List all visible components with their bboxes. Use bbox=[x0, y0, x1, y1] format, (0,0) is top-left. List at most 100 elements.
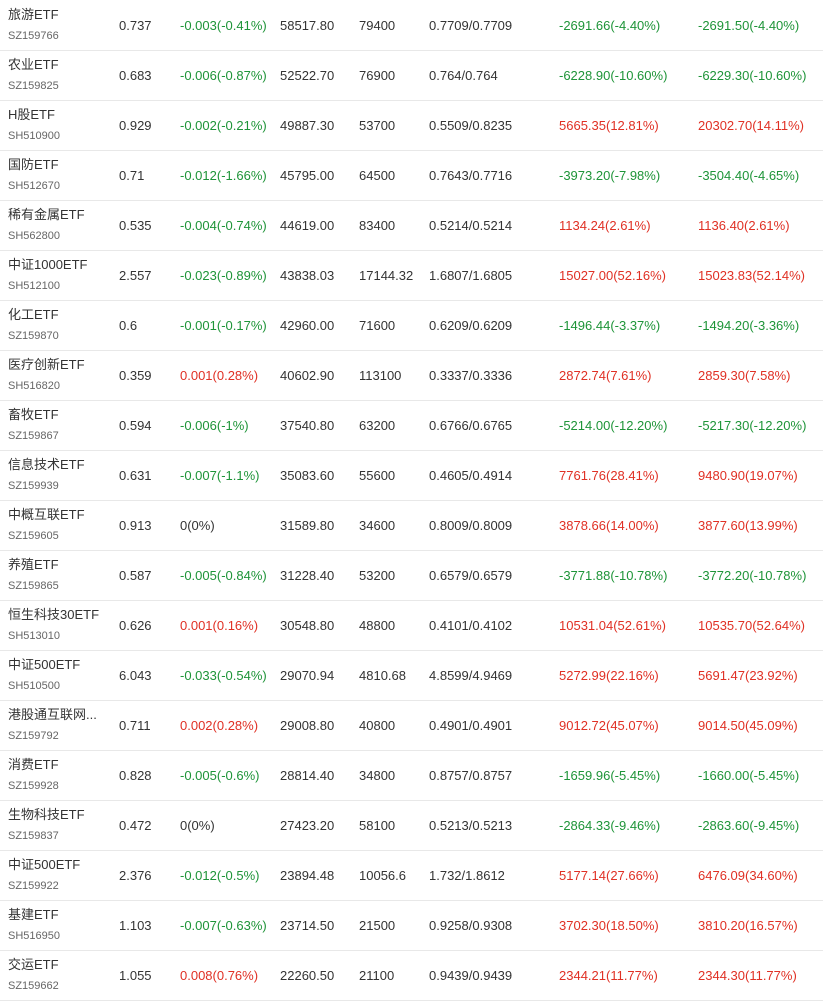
current-price: 0.828 bbox=[119, 768, 152, 783]
fund-name[interactable]: 消费ETF bbox=[8, 756, 59, 774]
fund-name[interactable]: 医疗创新ETF bbox=[8, 356, 85, 374]
position-profit-loss: 7761.76(28.41%) bbox=[559, 468, 659, 483]
fund-name[interactable]: 恒生科技30ETF bbox=[8, 606, 99, 624]
price-change: 0.001(0.16%) bbox=[180, 618, 259, 633]
market-value: 40602.90 bbox=[280, 368, 335, 383]
fund-cell[interactable]: 生物科技ETF SZ159837 bbox=[8, 801, 112, 850]
fund-name[interactable]: 养殖ETF bbox=[8, 556, 59, 574]
table-row[interactable]: 国防ETF SH512670 0.71 -0.012(-1.66%) 45795… bbox=[0, 151, 823, 201]
table-row[interactable]: 中概互联ETF SZ159605 0.913 0(0%) 31589.80 34… bbox=[0, 501, 823, 551]
current-price: 2.376 bbox=[119, 868, 152, 883]
table-row[interactable]: 恒生科技30ETF SH513010 0.626 0.001(0.16%) 30… bbox=[0, 601, 823, 651]
market-value: 28814.40 bbox=[280, 768, 335, 783]
total-profit-loss: 6476.09(34.60%) bbox=[698, 868, 798, 883]
table-row[interactable]: 畜牧ETF SZ159867 0.594 -0.006(-1%) 37540.8… bbox=[0, 401, 823, 451]
fund-code: SZ159928 bbox=[8, 780, 59, 792]
cost-price: 0.6766/0.6765 bbox=[429, 418, 513, 433]
cost-price: 0.5213/0.5213 bbox=[429, 818, 513, 833]
current-price: 0.913 bbox=[119, 518, 152, 533]
fund-cell[interactable]: 国防ETF SH512670 bbox=[8, 151, 112, 200]
fund-cell[interactable]: H股ETF SH510900 bbox=[8, 101, 112, 150]
position-profit-loss: 10531.04(52.61%) bbox=[559, 618, 666, 633]
table-row[interactable]: 稀有金属ETF SH562800 0.535 -0.004(-0.74%) 44… bbox=[0, 201, 823, 251]
fund-cell[interactable]: 稀有金属ETF SH562800 bbox=[8, 201, 112, 250]
price-change: -0.001(-0.17%) bbox=[180, 318, 267, 333]
price-change: -0.006(-0.87%) bbox=[180, 68, 267, 83]
cost-price: 0.3337/0.3336 bbox=[429, 368, 513, 383]
fund-code: SZ159792 bbox=[8, 730, 59, 742]
total-profit-loss: 3810.20(16.57%) bbox=[698, 918, 798, 933]
fund-name[interactable]: 港股通互联网... bbox=[8, 706, 97, 724]
fund-code: SH510900 bbox=[8, 130, 60, 142]
table-row[interactable]: 生物科技ETF SZ159837 0.472 0(0%) 27423.20 58… bbox=[0, 801, 823, 851]
fund-name[interactable]: 中证500ETF bbox=[8, 856, 80, 874]
fund-code: SZ159825 bbox=[8, 80, 59, 92]
cost-price: 0.4605/0.4914 bbox=[429, 468, 513, 483]
table-row[interactable]: 化工ETF SZ159870 0.6 -0.001(-0.17%) 42960.… bbox=[0, 301, 823, 351]
fund-cell[interactable]: 消费ETF SZ159928 bbox=[8, 751, 112, 800]
fund-cell[interactable]: 中证500ETF SH510500 bbox=[8, 651, 112, 700]
fund-name[interactable]: 中概互联ETF bbox=[8, 506, 85, 524]
shares-held: 83400 bbox=[359, 218, 396, 233]
current-price: 0.594 bbox=[119, 418, 152, 433]
fund-cell[interactable]: 化工ETF SZ159870 bbox=[8, 301, 112, 350]
fund-name[interactable]: 农业ETF bbox=[8, 56, 59, 74]
table-row[interactable]: 基建ETF SH516950 1.103 -0.007(-0.63%) 2371… bbox=[0, 901, 823, 951]
fund-name[interactable]: 交运ETF bbox=[8, 956, 59, 974]
table-row[interactable]: 养殖ETF SZ159865 0.587 -0.005(-0.84%) 3122… bbox=[0, 551, 823, 601]
fund-cell[interactable]: 养殖ETF SZ159865 bbox=[8, 551, 112, 600]
fund-name[interactable]: 国防ETF bbox=[8, 156, 59, 174]
total-profit-loss: 10535.70(52.64%) bbox=[698, 618, 805, 633]
table-row[interactable]: 中证500ETF SH510500 6.043 -0.033(-0.54%) 2… bbox=[0, 651, 823, 701]
fund-cell[interactable]: 中概互联ETF SZ159605 bbox=[8, 501, 112, 550]
table-row[interactable]: H股ETF SH510900 0.929 -0.002(-0.21%) 4988… bbox=[0, 101, 823, 151]
table-row[interactable]: 中证1000ETF SH512100 2.557 -0.023(-0.89%) … bbox=[0, 251, 823, 301]
position-profit-loss: 5272.99(22.16%) bbox=[559, 668, 659, 683]
price-change: -0.033(-0.54%) bbox=[180, 668, 267, 683]
table-row[interactable]: 信息技术ETF SZ159939 0.631 -0.007(-1.1%) 350… bbox=[0, 451, 823, 501]
current-price: 1.103 bbox=[119, 918, 152, 933]
fund-cell[interactable]: 基建ETF SH516950 bbox=[8, 901, 112, 950]
market-value: 49887.30 bbox=[280, 118, 335, 133]
cost-price: 1.6807/1.6805 bbox=[429, 268, 513, 283]
fund-name[interactable]: 中证1000ETF bbox=[8, 256, 87, 274]
fund-name[interactable]: 化工ETF bbox=[8, 306, 59, 324]
market-value: 35083.60 bbox=[280, 468, 335, 483]
total-profit-loss: -3772.20(-10.78%) bbox=[698, 568, 807, 583]
fund-code: SZ159605 bbox=[8, 530, 59, 542]
table-row[interactable]: 消费ETF SZ159928 0.828 -0.005(-0.6%) 28814… bbox=[0, 751, 823, 801]
price-change: 0.008(0.76%) bbox=[180, 968, 259, 983]
fund-cell[interactable]: 港股通互联网... SZ159792 bbox=[8, 701, 112, 750]
fund-name[interactable]: H股ETF bbox=[8, 106, 55, 124]
fund-name[interactable]: 旅游ETF bbox=[8, 6, 59, 24]
shares-held: 34600 bbox=[359, 518, 396, 533]
table-row[interactable]: 港股通互联网... SZ159792 0.711 0.002(0.28%) 29… bbox=[0, 701, 823, 751]
fund-cell[interactable]: 畜牧ETF SZ159867 bbox=[8, 401, 112, 450]
fund-cell[interactable]: 恒生科技30ETF SH513010 bbox=[8, 601, 112, 650]
fund-cell[interactable]: 中证500ETF SZ159922 bbox=[8, 851, 112, 900]
price-change: -0.006(-1%) bbox=[180, 418, 249, 433]
table-row[interactable]: 农业ETF SZ159825 0.683 -0.006(-0.87%) 5252… bbox=[0, 51, 823, 101]
fund-cell[interactable]: 信息技术ETF SZ159939 bbox=[8, 451, 112, 500]
fund-cell[interactable]: 医疗创新ETF SH516820 bbox=[8, 351, 112, 400]
fund-cell[interactable]: 中证1000ETF SH512100 bbox=[8, 251, 112, 300]
shares-held: 21100 bbox=[359, 968, 395, 983]
table-row[interactable]: 医疗创新ETF SH516820 0.359 0.001(0.28%) 4060… bbox=[0, 351, 823, 401]
total-profit-loss: -2691.50(-4.40%) bbox=[698, 17, 800, 33]
total-profit-loss: -2863.60(-9.45%) bbox=[698, 818, 800, 833]
table-row[interactable]: 旅游ETF SZ159766 0.737 -0.003(-0.41%) 5851… bbox=[0, 0, 823, 51]
fund-name[interactable]: 基建ETF bbox=[8, 906, 59, 924]
fund-name[interactable]: 畜牧ETF bbox=[8, 406, 59, 424]
fund-cell[interactable]: 交运ETF SZ159662 bbox=[8, 951, 112, 1000]
fund-name[interactable]: 中证500ETF bbox=[8, 656, 80, 674]
fund-name[interactable]: 稀有金属ETF bbox=[8, 206, 85, 224]
table-row[interactable]: 交运ETF SZ159662 1.055 0.008(0.76%) 22260.… bbox=[0, 951, 823, 1001]
total-profit-loss: -3504.40(-4.65%) bbox=[698, 168, 800, 183]
fund-name[interactable]: 信息技术ETF bbox=[8, 456, 85, 474]
fund-cell[interactable]: 旅游ETF SZ159766 bbox=[8, 0, 112, 50]
cost-price: 0.8757/0.8757 bbox=[429, 768, 513, 783]
market-value: 27423.20 bbox=[280, 818, 335, 833]
fund-cell[interactable]: 农业ETF SZ159825 bbox=[8, 51, 112, 100]
fund-name[interactable]: 生物科技ETF bbox=[8, 806, 85, 824]
table-row[interactable]: 中证500ETF SZ159922 2.376 -0.012(-0.5%) 23… bbox=[0, 851, 823, 901]
